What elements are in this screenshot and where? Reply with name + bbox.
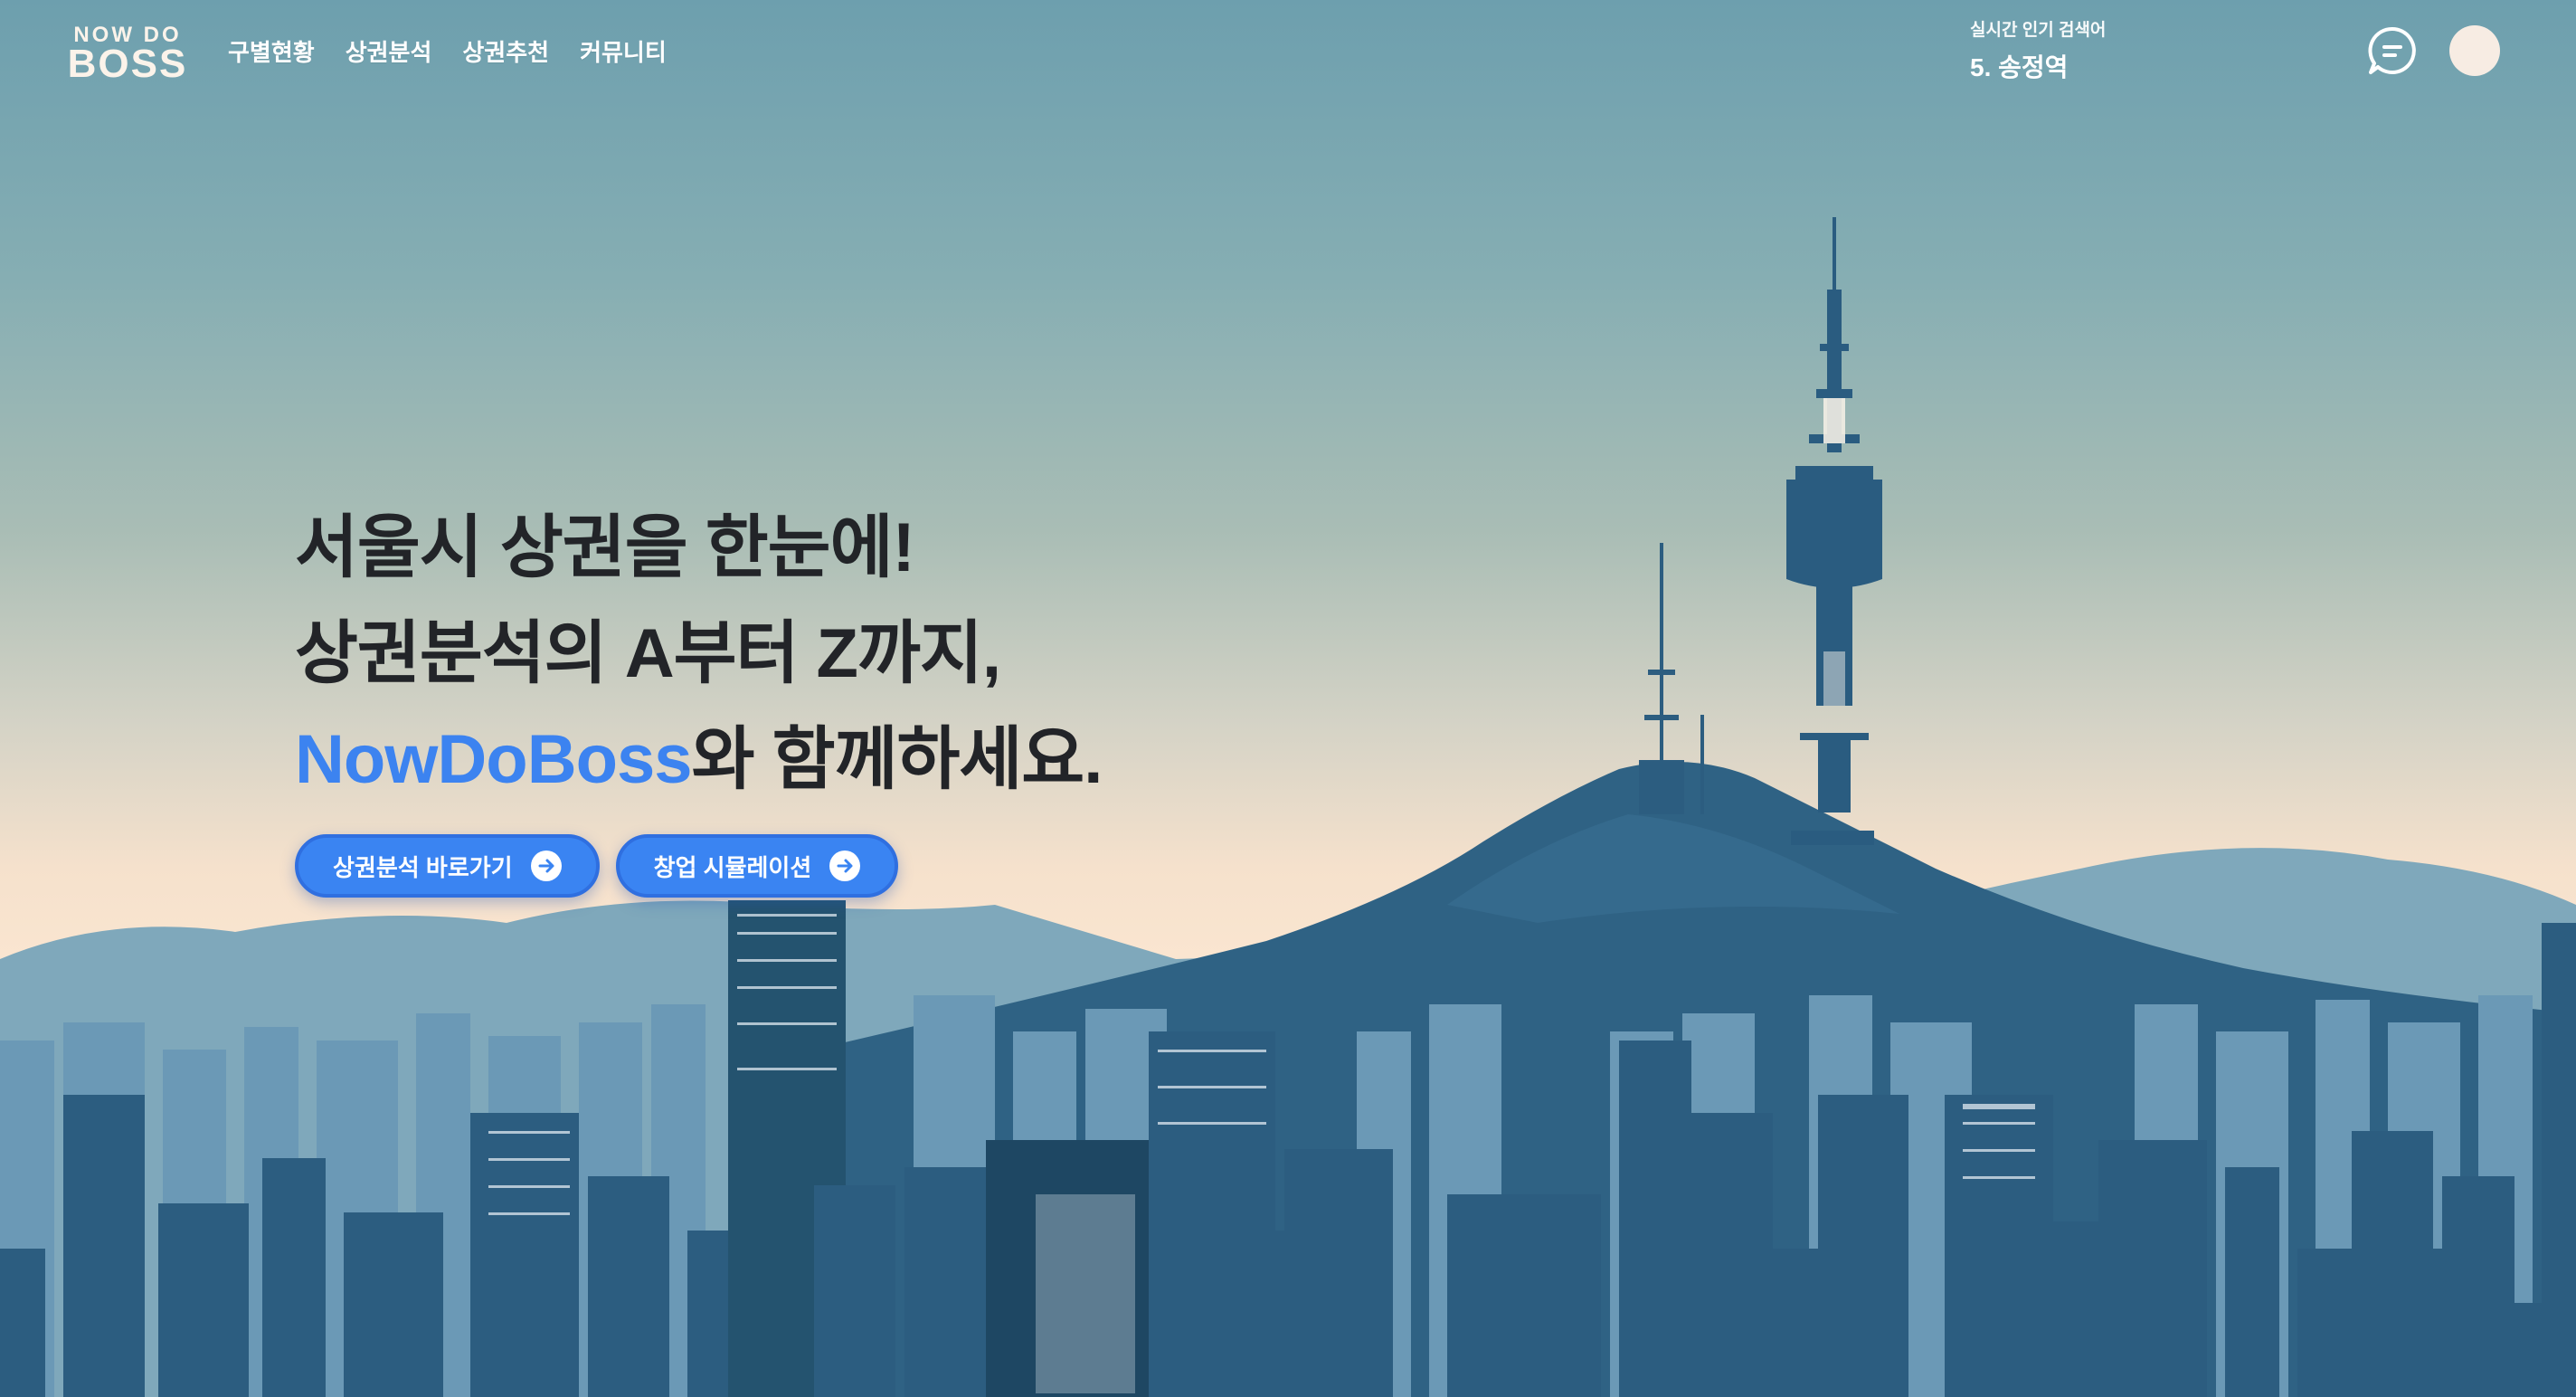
brand-highlight: NowDoBoss (295, 721, 693, 798)
headline-line-2: 상권분석의 A부터 Z까지, (295, 615, 1001, 692)
arrow-right-circle-icon (829, 851, 861, 881)
arrow-right-circle-icon (530, 851, 562, 881)
headline-line-3: NowDoBoss와 함께하세요. (295, 711, 1103, 817)
trending-keyword[interactable]: 5. 송정역 (1970, 48, 2106, 84)
cta-buttons: 상권분석 바로가기 창업 시뮬레이션 (295, 834, 899, 898)
hero-section: NOW DO BOSS 구별현황 상권분석 상권추천 커뮤니티 실시간 인기 검… (0, 0, 2576, 1397)
logo-text-bottom: BOSS (67, 42, 188, 86)
cta-secondary-label: 창업 시뮬레이션 (653, 853, 812, 881)
trending-label: 실시간 인기 검색어 (1970, 21, 2107, 40)
hero-headline: 서울시 상권을 한눈에! 상권분석의 A부터 Z까지, NowDoBoss와 함… (295, 499, 1103, 817)
top-navigation-bar: NOW DO BOSS 구별현황 상권분석 상권추천 커뮤니티 실시간 인기 검… (0, 0, 2576, 100)
nav-item-market-analysis[interactable]: 상권분석 (346, 34, 432, 68)
trending-keyword-ticker[interactable]: 실시간 인기 검색어 5. 송정역 (1970, 16, 2106, 84)
main-nav: 구별현황 상권분석 상권추천 커뮤니티 (228, 34, 667, 68)
go-to-market-analysis-button[interactable]: 상권분석 바로가기 (295, 834, 600, 898)
n-seoul-tower (1786, 217, 1882, 845)
nav-item-district-status[interactable]: 구별현황 (228, 34, 315, 68)
nav-item-market-recommendation[interactable]: 상권추천 (462, 34, 549, 68)
headline-line-1: 서울시 상권을 한눈에! (295, 509, 915, 586)
headline-line-3-rest: 와 함께하세요. (691, 721, 1103, 798)
cta-primary-label: 상권분석 바로가기 (333, 853, 513, 881)
avatar[interactable] (2449, 25, 2500, 76)
chat-bubble-icon[interactable] (2367, 25, 2418, 76)
now-do-boss-logo[interactable]: NOW DO BOSS (64, 24, 191, 86)
startup-simulation-button[interactable]: 창업 시뮬레이션 (615, 834, 899, 898)
nav-item-community[interactable]: 커뮤니티 (580, 34, 667, 68)
